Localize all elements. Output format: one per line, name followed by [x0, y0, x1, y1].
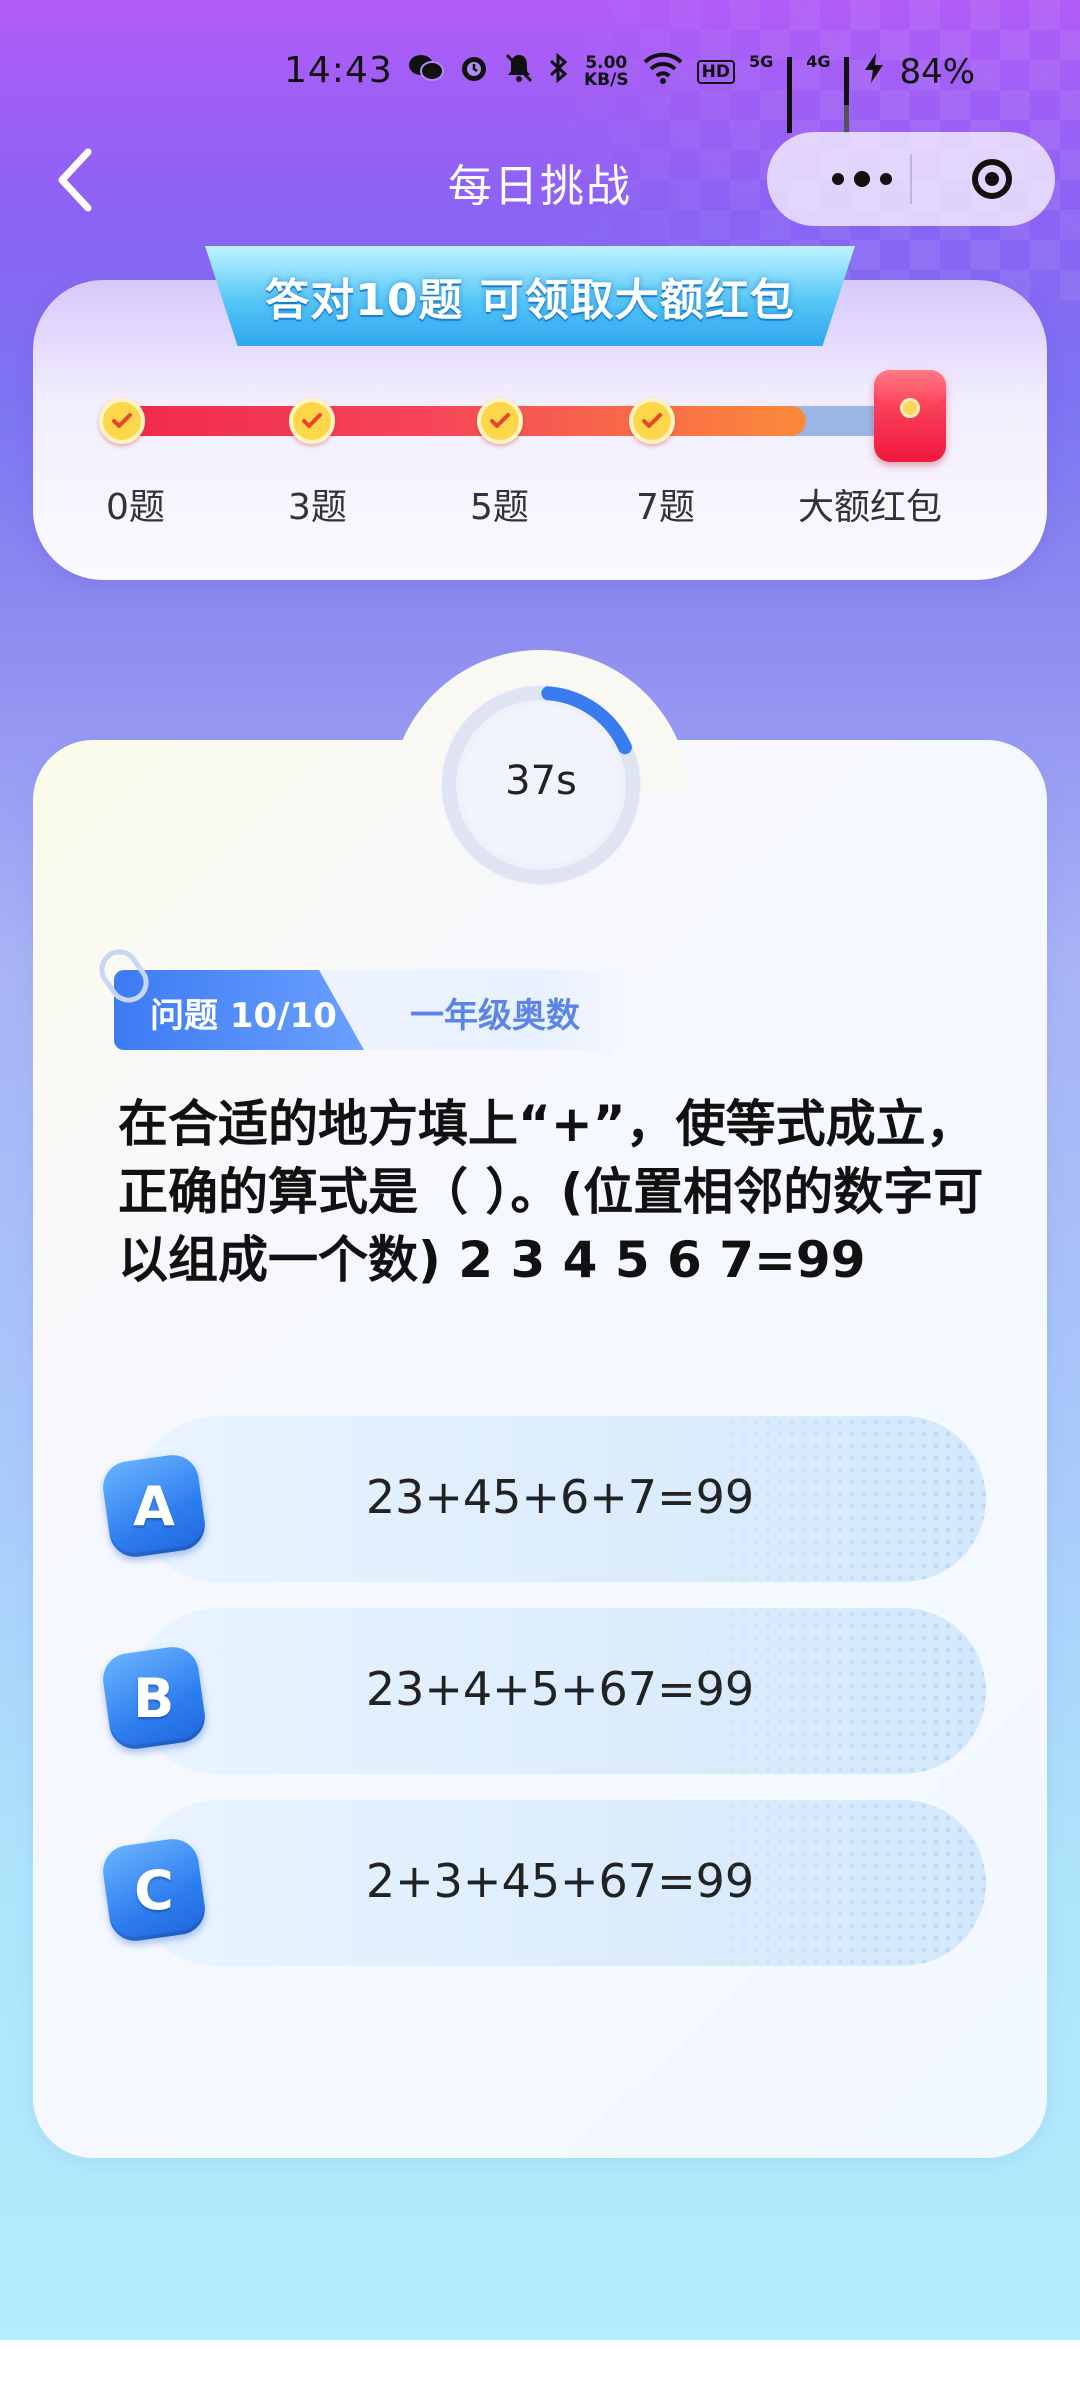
status-time: 14:43: [284, 50, 393, 91]
network-5g: 5G: [748, 52, 774, 71]
question-number: 问题 10/10: [150, 996, 337, 1036]
timer-text: 37s: [505, 758, 577, 804]
more-dots-icon: [832, 173, 844, 185]
target-icon: [972, 159, 1012, 199]
question-category: 一年级奥数: [410, 996, 580, 1036]
battery-level: 84%: [899, 52, 976, 92]
reward-banner: 答对10题 可领取大额红包: [205, 246, 855, 346]
option-letter: C: [134, 1858, 174, 1922]
answer-option-b[interactable]: 23+4+5+67=99: [134, 1608, 986, 1774]
question-tag: 问题 10/10 一年级奥数: [91, 941, 634, 1050]
red-packet-icon[interactable]: [874, 370, 946, 462]
progress-stop-label: 大额红包: [798, 487, 943, 528]
option-text: 23+4+5+67=99: [365, 1662, 755, 1716]
capsule-divider: [910, 154, 912, 204]
signal-icon-2: [844, 57, 850, 133]
status-icons: 5.00 KB/S HD 5G 4G 84%: [408, 52, 976, 133]
answer-option-c[interactable]: 2+3+45+67=99: [134, 1800, 986, 1966]
alarm-icon: [458, 52, 490, 92]
charging-icon: [863, 52, 885, 92]
close-button[interactable]: [947, 132, 1037, 226]
answer-option-a[interactable]: 23+45+6+7=99: [134, 1416, 986, 1582]
option-text: 2+3+45+67=99: [365, 1854, 755, 1908]
bluetooth-icon: [548, 52, 570, 92]
option-letter: B: [133, 1666, 175, 1730]
status-bar: 14:43 5.00 KB/S HD 5G 4G 84%: [0, 38, 1080, 133]
checkpoint-check-icon: [629, 398, 675, 444]
progress-stop-label: 7题: [636, 487, 695, 528]
speed-unit: KB/S: [584, 70, 629, 90]
signal-icon: [787, 57, 793, 133]
more-button[interactable]: [807, 132, 917, 226]
checkpoint-check-icon: [99, 398, 145, 444]
mini-program-capsule: [767, 132, 1055, 226]
option-letter: A: [133, 1474, 175, 1538]
progress-stop-label: 5题: [470, 487, 529, 528]
network-4g: 4G: [806, 52, 831, 71]
bottom-safe-area: [0, 2340, 1080, 2400]
wechat-icon: [408, 53, 444, 91]
question-text: 在合适的地方填上“+”，使等式成立，正确的算式是（ ）。(位置相邻的数字可以组成…: [118, 1095, 984, 1289]
hd-badge: HD: [696, 60, 735, 84]
more-dot-center: [854, 171, 870, 187]
progress-fill: [117, 406, 806, 436]
network-speed: 5.00 KB/S: [584, 55, 629, 89]
wifi-icon: [643, 52, 683, 92]
progress-stop-label: 3题: [288, 487, 347, 528]
option-letter-badge[interactable]: C: [99, 1835, 209, 1945]
option-letter-badge[interactable]: B: [99, 1643, 209, 1753]
option-letter-badge[interactable]: A: [99, 1451, 209, 1561]
more-dot-right: [880, 173, 892, 185]
mute-icon: [504, 52, 534, 92]
checkpoint-check-icon: [477, 398, 523, 444]
option-text: 23+45+6+7=99: [365, 1470, 755, 1524]
checkpoint-check-icon: [289, 398, 335, 444]
progress-stop-label: 0题: [106, 487, 165, 528]
